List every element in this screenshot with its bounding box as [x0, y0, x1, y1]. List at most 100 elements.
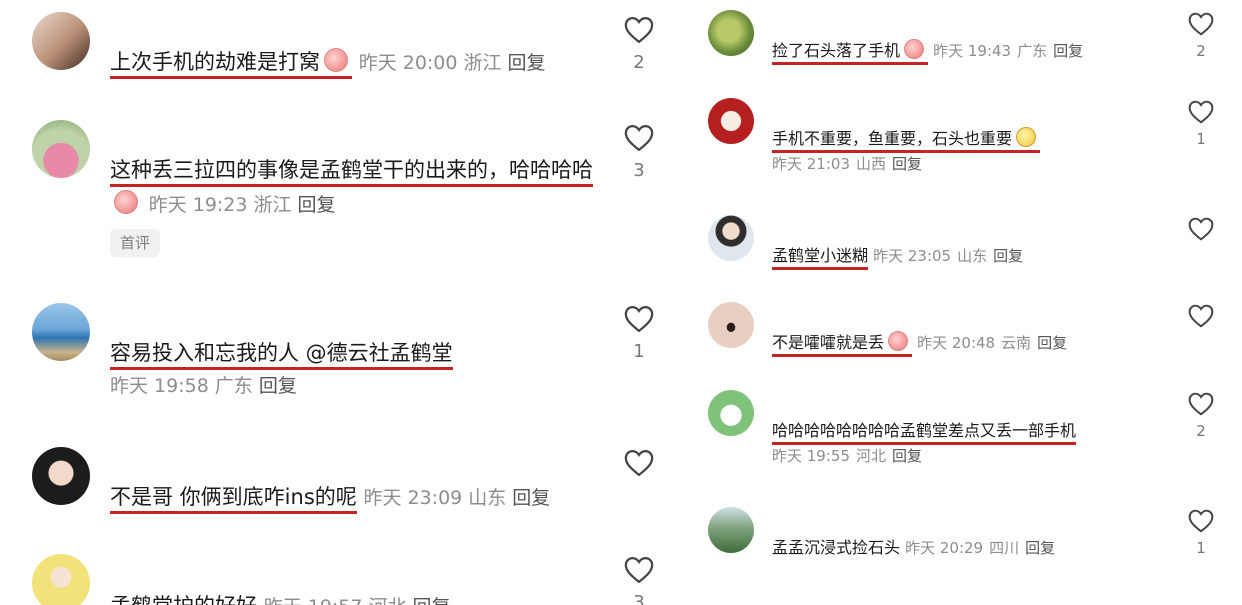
comment-text-block: 上次手机的劫难是打窝 昨天 20:00 浙江 回复 — [110, 46, 600, 80]
comment-text-block: 哈哈哈哈哈哈哈哈孟鹤堂差点又丢一部手机 昨天 19:55 河北 回复 — [772, 418, 1172, 468]
reply-button[interactable]: 回复 — [892, 447, 922, 465]
like-count: 3 — [633, 592, 645, 605]
comment-location: 山东 — [468, 487, 507, 509]
comment-meta: 昨天 21:03 山西 回复 — [772, 152, 1172, 176]
comment-location: 河北 — [368, 596, 406, 605]
comment-location: 广东 — [1017, 42, 1048, 60]
comment-location: 浙江 — [253, 193, 292, 216]
like-control[interactable]: 1 — [618, 305, 660, 362]
comment-meta: 昨天 20:29 四川 回复 — [905, 539, 1061, 557]
like-control[interactable]: 1 — [1180, 100, 1222, 148]
like-control[interactable]: 2 — [1180, 392, 1222, 440]
avatar[interactable] — [708, 302, 754, 348]
comment-meta: 昨天 20:00 浙江 回复 — [359, 52, 552, 74]
comment-time: 昨天 23:05 — [873, 247, 952, 265]
heart-icon[interactable] — [618, 556, 660, 584]
comment-meta: 昨天 19:55 河北 回复 — [772, 444, 1172, 468]
comment-body: 哈哈哈哈哈哈哈哈孟鹤堂差点又丢一部手机 — [772, 421, 1077, 445]
heart-icon[interactable] — [618, 305, 660, 333]
crying-emoji-icon — [888, 331, 909, 351]
reply-button[interactable]: 回复 — [512, 487, 550, 509]
comment-body: 不是哥 你俩到底咋ins的呢 — [110, 485, 357, 514]
comment-text-block: 不是嚯嚯就是丢 昨天 20:48 云南 回复 — [772, 330, 1172, 357]
reply-button[interactable]: 回复 — [259, 375, 297, 397]
comment-meta: 昨天 19:23 浙江 回复 — [149, 194, 342, 216]
avatar[interactable] — [708, 215, 754, 261]
comment-location: 山东 — [957, 247, 988, 265]
comment-body: 上次手机的劫难是打窝 — [110, 48, 352, 79]
comment-location: 河北 — [856, 446, 887, 465]
reply-button[interactable]: 回复 — [413, 596, 451, 605]
comment-time: 昨天 19:43 — [933, 42, 1012, 60]
like-control[interactable] — [1180, 217, 1222, 247]
comment-body: 孟孟沉浸式捡石头 — [772, 538, 901, 557]
avatar[interactable] — [32, 554, 90, 605]
avatar[interactable] — [708, 98, 754, 144]
comment-meta: 昨天 23:05 山东 回复 — [873, 247, 1029, 265]
avatar[interactable] — [32, 303, 90, 361]
avatar[interactable] — [32, 12, 90, 70]
reply-button[interactable]: 回复 — [993, 247, 1023, 265]
left-comment-panel: 上次手机的劫难是打窝 昨天 20:00 浙江 回复 2 这种丢三拉四的事像是孟鹤堂干… — [0, 0, 680, 605]
avatar[interactable] — [708, 10, 754, 56]
comment-body: 孟鹤堂护的好好 — [110, 594, 257, 605]
avatar[interactable] — [708, 390, 754, 436]
like-count: 1 — [1196, 539, 1206, 557]
reply-button[interactable]: 回复 — [298, 194, 336, 216]
comment-location: 广东 — [214, 374, 253, 397]
comment-body: 孟鹤堂小迷糊 — [772, 246, 869, 270]
comment-text-block: 孟鹤堂小迷糊 昨天 23:05 山东 回复 — [772, 243, 1172, 270]
comment-location: 四川 — [989, 539, 1020, 557]
first-comment-badge: 首评 — [110, 229, 161, 258]
comment-meta: 昨天 20:48 云南 回复 — [917, 334, 1073, 352]
heart-icon[interactable] — [1180, 304, 1222, 328]
comment-text-block: 容易投入和忘我的人 @德云社孟鹤堂 昨天 19:58 广东 回复 — [110, 337, 600, 401]
comment-body: 不是嚯嚯就是丢 — [772, 331, 913, 357]
reply-button[interactable]: 回复 — [1053, 42, 1083, 60]
heart-icon[interactable] — [1180, 12, 1222, 36]
heart-icon[interactable] — [618, 449, 660, 477]
like-control[interactable]: 2 — [1180, 12, 1222, 60]
comment-text-block: 不是哥 你俩到底咋ins的呢 昨天 23:09 山东 回复 — [110, 481, 600, 515]
comment-text-block: 捡了石头落了手机 昨天 19:43 广东 回复 — [772, 38, 1172, 65]
comment-meta: 昨天 23:09 山东 回复 — [363, 487, 556, 509]
like-control[interactable] — [1180, 304, 1222, 334]
reply-button[interactable]: 回复 — [508, 52, 546, 74]
comment-body: 容易投入和忘我的人 @德云社孟鹤堂 — [110, 341, 453, 370]
heart-icon[interactable] — [1180, 217, 1222, 241]
comment-body: 捡了石头落了手机 — [772, 39, 929, 65]
crying-emoji-icon — [324, 48, 348, 72]
like-control[interactable]: 2 — [618, 16, 660, 73]
heart-icon[interactable] — [1180, 509, 1222, 533]
comment-text-block: 孟孟沉浸式捡石头 昨天 20:29 四川 回复 — [772, 535, 1172, 561]
like-control[interactable] — [618, 449, 660, 485]
like-count: 2 — [1196, 42, 1206, 60]
comment-text-block: 这种丢三拉四的事像是孟鹤堂干的出来的，哈哈哈哈 昨天 19:23 浙江 回复 首评 — [110, 154, 600, 259]
comment-time: 昨天 21:03 — [772, 154, 850, 173]
comment-time: 昨天 19:58 — [110, 374, 209, 397]
avatar[interactable] — [32, 120, 90, 178]
reply-button[interactable]: 回复 — [1037, 334, 1067, 352]
heart-icon[interactable] — [1180, 392, 1222, 416]
avatar[interactable] — [708, 507, 754, 553]
reply-button[interactable]: 回复 — [892, 155, 922, 173]
like-control[interactable]: 1 — [1180, 509, 1222, 557]
comment-text-block: 孟鹤堂护的好好 昨天 19:57 河北回复 — [110, 590, 600, 605]
comment-location: 浙江 — [463, 52, 502, 74]
like-count: 2 — [1196, 422, 1206, 440]
comment-location: 云南 — [1001, 334, 1032, 352]
heart-icon[interactable] — [618, 16, 660, 44]
avatar[interactable] — [32, 447, 90, 505]
like-count: 1 — [633, 341, 645, 362]
like-control[interactable]: 3 — [618, 124, 660, 181]
right-comment-panel: 捡了石头落了手机 昨天 19:43 广东 回复 2 手机不重要，鱼重要，石头也重要 … — [690, 0, 1242, 605]
reply-button[interactable]: 回复 — [1025, 539, 1055, 557]
comment-text-block: 手机不重要，鱼重要，石头也重要 昨天 21:03 山西 回复 — [772, 126, 1172, 176]
heart-icon[interactable] — [1180, 100, 1222, 124]
heart-icon[interactable] — [618, 124, 660, 152]
like-control[interactable]: 3 — [618, 556, 660, 605]
like-count: 1 — [1196, 130, 1206, 148]
comment-meta: 昨天 19:43 广东 回复 — [933, 42, 1089, 60]
comment-time: 昨天 19:23 — [148, 193, 248, 216]
comment-meta: 昨天 19:57 河北回复 — [264, 596, 457, 605]
